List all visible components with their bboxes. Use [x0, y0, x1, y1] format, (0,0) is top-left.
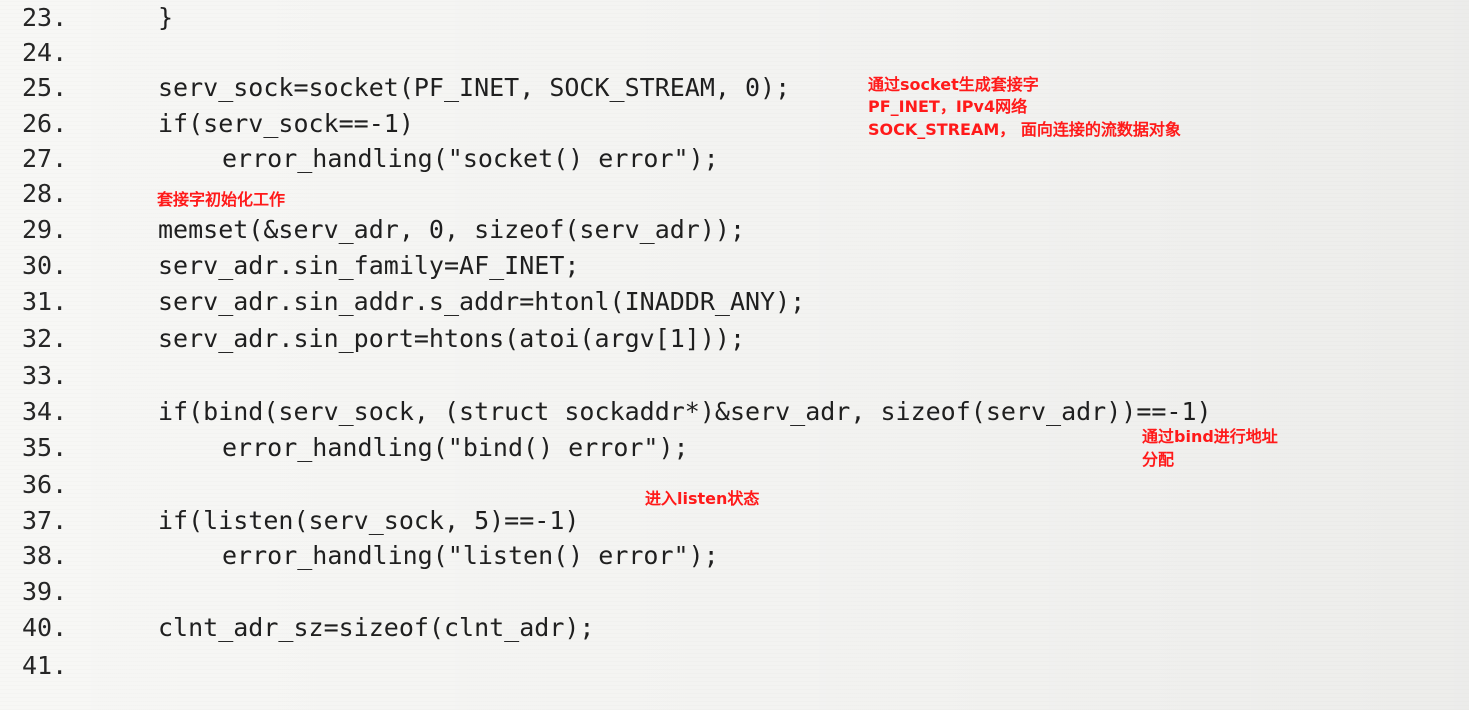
line-number: 37. — [22, 506, 68, 535]
line-number: 25. — [22, 73, 68, 102]
code-line-38: 38. error_handling("listen() error"); — [0, 538, 1469, 574]
code-text: if(bind(serv_sock, (struct sockaddr*)&se… — [158, 397, 1212, 426]
line-number: 24. — [22, 38, 68, 67]
annotation-socket-sock-stream: SOCK_STREAM， 面向连接的流数据对象 — [868, 120, 1181, 139]
line-number: 36. — [22, 470, 68, 499]
line-number: 38. — [22, 541, 68, 570]
code-text: error_handling("bind() error"); — [222, 433, 689, 462]
line-number: 39. — [22, 577, 68, 606]
annotation-socket-pf-inet: PF_INET，IPv4网络 — [868, 97, 1028, 116]
line-number: 41. — [22, 651, 68, 680]
code-text: serv_adr.sin_family=AF_INET; — [158, 251, 580, 280]
code-text: } — [158, 3, 174, 32]
code-line-33: 33. — [0, 358, 1469, 394]
line-number: 34. — [22, 397, 68, 426]
line-number: 40. — [22, 613, 68, 642]
annotation-socket-init: 套接字初始化工作 — [157, 190, 286, 209]
code-text: error_handling("listen() error"); — [222, 541, 719, 570]
code-line-34: 34. if(bind(serv_sock, (struct sockaddr*… — [0, 394, 1469, 430]
line-number: 30. — [22, 251, 68, 280]
code-line-41: 41. — [0, 648, 1469, 684]
code-text: clnt_adr_sz=sizeof(clnt_adr); — [158, 613, 595, 642]
code-text: if(listen(serv_sock, 5)==-1) — [158, 506, 580, 535]
line-number: 33. — [22, 361, 68, 390]
line-number: 26. — [22, 109, 68, 138]
code-text: serv_adr.sin_port=htons(atoi(argv[1])); — [158, 324, 745, 353]
annotation-bind-line2: 分配 — [1142, 450, 1175, 469]
code-line-26: 26. if(serv_sock==-1) — [0, 106, 1469, 142]
code-text: error_handling("socket() error"); — [222, 144, 719, 173]
code-line-29: 29. memset(&serv_adr, 0, sizeof(serv_adr… — [0, 212, 1469, 248]
code-line-30: 30. serv_adr.sin_family=AF_INET; — [0, 248, 1469, 284]
code-text: serv_sock=socket(PF_INET, SOCK_STREAM, 0… — [158, 73, 791, 102]
line-number: 32. — [22, 324, 68, 353]
code-line-24: 24. — [0, 35, 1469, 71]
annotation-socket-title: 通过socket生成套接字 — [868, 75, 1039, 94]
line-number: 23. — [22, 3, 68, 32]
code-text: serv_adr.sin_addr.s_addr=htonl(INADDR_AN… — [158, 287, 806, 316]
line-number: 27. — [22, 144, 68, 173]
annotation-listen: 进入listen状态 — [645, 489, 760, 508]
annotation-bind-line1: 通过bind进行地址 — [1142, 427, 1278, 446]
code-line-31: 31. serv_adr.sin_addr.s_addr=htonl(INADD… — [0, 284, 1469, 320]
line-number: 28. — [22, 179, 68, 208]
code-line-27: 27. error_handling("socket() error"); — [0, 141, 1469, 177]
line-number: 29. — [22, 215, 68, 244]
line-number: 35. — [22, 433, 68, 462]
code-line-32: 32. serv_adr.sin_port=htons(atoi(argv[1]… — [0, 321, 1469, 357]
code-line-25: 25. serv_sock=socket(PF_INET, SOCK_STREA… — [0, 70, 1469, 106]
code-line-23: 23. } — [0, 0, 1469, 36]
code-line-40: 40. clnt_adr_sz=sizeof(clnt_adr); — [0, 610, 1469, 646]
code-line-39: 39. — [0, 574, 1469, 610]
code-text: memset(&serv_adr, 0, sizeof(serv_adr)); — [158, 215, 745, 244]
code-text: if(serv_sock==-1) — [158, 109, 414, 138]
line-number: 31. — [22, 287, 68, 316]
code-page: 23. } 24. 25. serv_sock=socket(PF_INET, … — [0, 0, 1469, 710]
